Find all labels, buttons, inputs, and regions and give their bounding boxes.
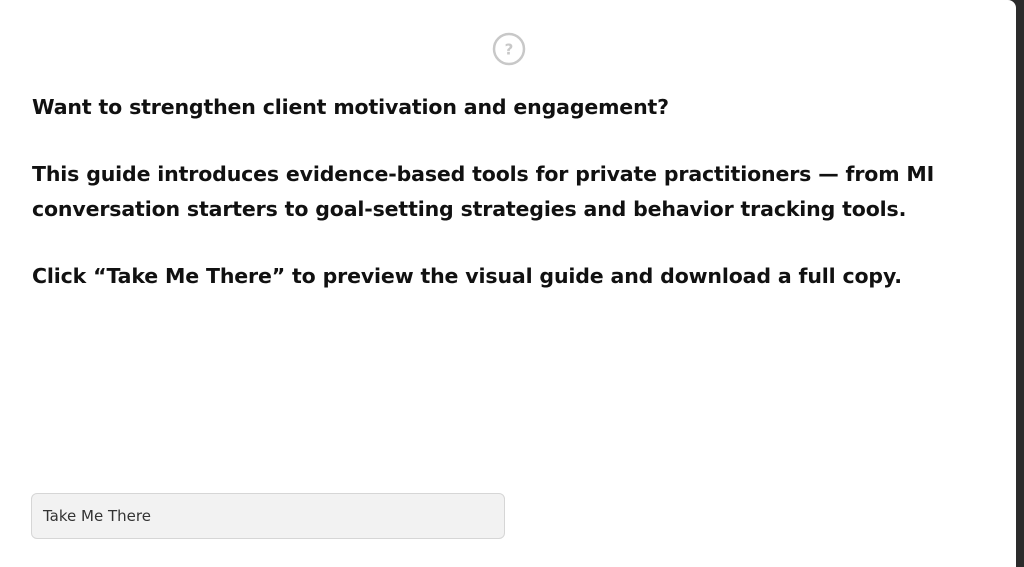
guide-description: This guide introduces evidence-based too…	[32, 162, 935, 221]
dialog-content: Want to strengthen client motivation and…	[32, 90, 992, 294]
question-circle-icon-graphic: ?	[492, 32, 526, 66]
question-circle-icon[interactable]: ?	[492, 32, 526, 66]
svg-text:?: ?	[505, 41, 514, 59]
take-me-there-button[interactable]: Take Me There	[31, 493, 505, 539]
info-dialog: ? Want to strengthen client motivation a…	[0, 0, 1016, 567]
intro-question: Want to strengthen client motivation and…	[32, 95, 669, 119]
call-to-action-text: Click “Take Me There” to preview the vis…	[32, 264, 902, 288]
